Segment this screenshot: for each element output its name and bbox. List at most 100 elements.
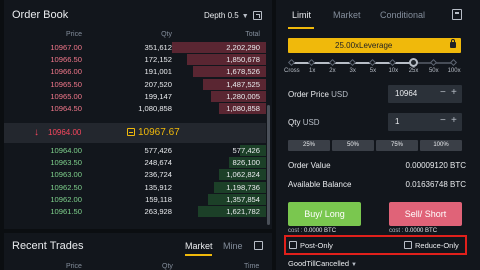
- expand-icon[interactable]: [253, 11, 262, 20]
- tab-limit[interactable]: Limit: [292, 10, 311, 20]
- calculator-icon[interactable]: [452, 9, 462, 20]
- buy-cost: cost : 0.0000 BTC: [288, 228, 336, 234]
- bid-price: 10963.00: [50, 170, 82, 180]
- tab-market[interactable]: Market: [333, 10, 361, 20]
- bid-list: 10964.00 577,426 577,426 10963.50 248,674 82…: [4, 144, 266, 217]
- ask-total: 1,280,005: [226, 91, 260, 101]
- buy-long-button[interactable]: Buy/ Long: [288, 202, 361, 226]
- post-only-label[interactable]: Post-Only: [300, 241, 333, 250]
- ask-row[interactable]: 10965.00 199,147 1,280,005: [4, 90, 266, 102]
- ask-price: 10965.50: [50, 79, 82, 89]
- ask-row[interactable]: 10965.50 207,520 1,487,525: [4, 78, 266, 90]
- tab-mine-trades[interactable]: Mine: [223, 241, 243, 251]
- bid-total: 1,621,782: [226, 206, 260, 216]
- leverage-slider-handle[interactable]: [408, 58, 418, 67]
- qty-label: Qty USD: [288, 118, 320, 127]
- slider-tick[interactable]: [287, 58, 296, 67]
- leverage-mark-label: 10x: [388, 68, 399, 74]
- order-value-label: Order Value: [288, 161, 331, 170]
- reduce-only-label[interactable]: Reduce-Only: [415, 241, 459, 250]
- sell-short-button[interactable]: Sell/ Short: [389, 202, 462, 226]
- percent-75-button[interactable]: 75%: [376, 140, 418, 151]
- order-book-scrollbar[interactable]: [267, 105, 270, 225]
- slider-tick[interactable]: [308, 58, 316, 67]
- plus-icon[interactable]: +: [451, 115, 457, 126]
- plus-icon[interactable]: +: [451, 87, 457, 98]
- column-time: Time: [244, 263, 260, 270]
- qty-label-text: Qty: [288, 118, 301, 127]
- bid-row[interactable]: 10962.00 159,118 1,357,854: [4, 193, 266, 205]
- available-balance: 0.01636748 BTC: [405, 180, 467, 189]
- leverage-mark-label: Cross: [284, 68, 300, 74]
- order-price-field[interactable]: 10964 − +: [388, 85, 462, 103]
- ask-total: 1,487,525: [226, 79, 260, 89]
- depth-selector[interactable]: Depth 0.5 ▼: [204, 11, 249, 20]
- leverage-bar[interactable]: 25.00xLeverage: [288, 38, 461, 53]
- ask-qty: 207,520: [144, 79, 172, 89]
- ask-price: 10966.00: [50, 67, 82, 77]
- arrow-down-icon: ↓: [34, 127, 39, 138]
- order-book-columns: Price Qty Total: [4, 30, 272, 41]
- leverage-mark-label: 5x: [369, 68, 377, 74]
- slider-tick[interactable]: [368, 58, 377, 67]
- qty-field[interactable]: 1 − +: [388, 113, 462, 131]
- bid-qty: 263,928: [144, 206, 172, 216]
- bid-price: 10963.50: [50, 158, 82, 168]
- column-qty: Qty: [162, 263, 173, 270]
- active-tab-underline: [288, 27, 314, 29]
- post-only-checkbox[interactable]: [289, 241, 297, 249]
- ask-list: 10967.00 351,612 2,202,290 10966.50 172,152…: [4, 41, 266, 114]
- ask-row[interactable]: 10966.50 172,152 1,850,678: [4, 53, 266, 66]
- reduce-only-checkbox[interactable]: [404, 241, 412, 249]
- percent-25-button[interactable]: 25%: [288, 140, 330, 151]
- bid-qty: 159,118: [145, 194, 172, 204]
- leverage-label: 25.00xLeverage: [335, 41, 393, 50]
- last-price: 10964.00: [48, 128, 82, 137]
- time-in-force-value: GoodTillCancelled: [288, 259, 350, 268]
- sell-cost-label: cost :: [389, 228, 404, 234]
- slider-tick[interactable]: [328, 58, 336, 67]
- chevron-down-icon: ▼: [351, 262, 357, 268]
- qty-value[interactable]: 1: [395, 117, 399, 126]
- slider-tick[interactable]: [449, 58, 458, 67]
- sell-cost-value: 0.0000 BTC: [405, 228, 438, 234]
- bid-total: 577,426: [232, 146, 260, 155]
- bid-total: 826,100: [232, 158, 260, 168]
- time-in-force-select[interactable]: GoodTillCancelled ▼: [288, 259, 357, 268]
- ask-row[interactable]: 10966.00 191,001 1,678,526: [4, 65, 266, 78]
- ask-row[interactable]: 10967.00 351,612 2,202,290: [4, 41, 266, 53]
- ask-qty: 1,080,858: [138, 103, 172, 113]
- order-value: 0.00009120 BTC: [405, 161, 467, 170]
- tab-market-trades[interactable]: Market: [185, 241, 213, 251]
- bid-qty: 135,912: [144, 182, 172, 192]
- ask-qty: 191,001: [144, 67, 172, 77]
- buy-cost-label: cost :: [288, 228, 303, 234]
- bid-total: 1,062,824: [226, 170, 260, 180]
- bid-row[interactable]: 10961.50 263,928 1,621,782: [4, 205, 266, 217]
- order-price-value[interactable]: 10964: [395, 89, 417, 98]
- active-tab-underline: [185, 254, 212, 256]
- ask-total: 1,678,526: [226, 67, 260, 77]
- last-price-bar: ↓ 10964.00 10967.67: [4, 123, 266, 143]
- slider-tick[interactable]: [389, 58, 397, 67]
- bid-row[interactable]: 10963.50 248,674 826,100: [4, 156, 266, 169]
- expand-icon[interactable]: [254, 241, 263, 250]
- bid-row[interactable]: 10962.50 135,912 1,198,736: [4, 181, 266, 193]
- slider-tick[interactable]: [429, 58, 437, 67]
- minus-icon[interactable]: −: [440, 87, 446, 98]
- percent-50-button[interactable]: 50%: [332, 140, 374, 151]
- chevron-down-icon: ▼: [241, 13, 249, 20]
- tab-conditional[interactable]: Conditional: [380, 10, 425, 20]
- bid-row[interactable]: 10964.00 577,426 577,426: [4, 144, 266, 156]
- bid-row[interactable]: 10963.00 236,724 1,062,824: [4, 168, 266, 181]
- bid-total: 1,357,854: [226, 194, 260, 204]
- bid-qty: 236,724: [144, 170, 172, 180]
- buy-cost-value: 0.0000 BTC: [304, 228, 337, 234]
- order-price-unit: USD: [331, 90, 349, 99]
- ask-row[interactable]: 10964.50 1,080,858 1,080,858: [4, 102, 266, 114]
- order-book-title: Order Book: [12, 9, 69, 21]
- slider-tick[interactable]: [348, 58, 356, 67]
- lock-icon[interactable]: [450, 39, 456, 48]
- percent-100-button[interactable]: 100%: [420, 140, 462, 151]
- minus-icon[interactable]: −: [440, 115, 446, 126]
